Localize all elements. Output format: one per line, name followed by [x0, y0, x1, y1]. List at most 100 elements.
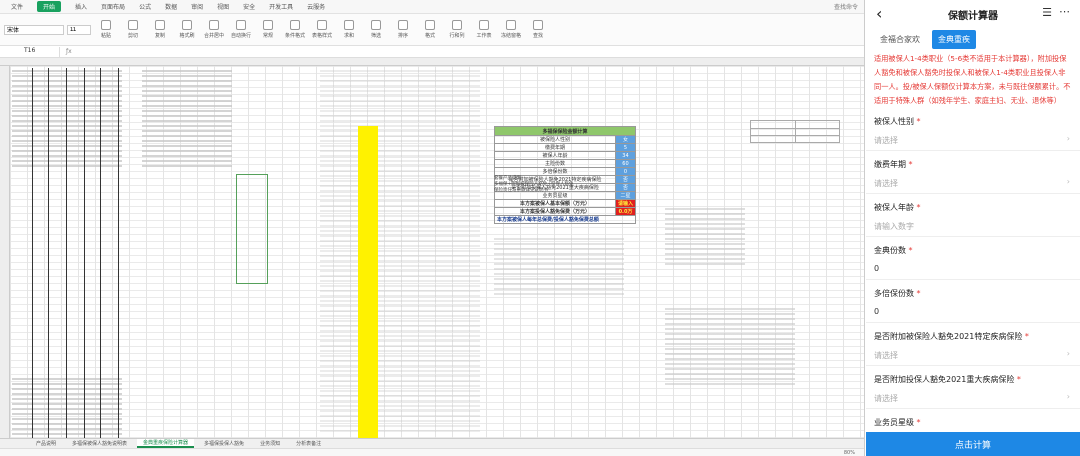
- font-size-select[interactable]: [67, 24, 91, 35]
- calc-label: 被保人年龄: [494, 151, 616, 160]
- calc-input-cell[interactable]: 5: [614, 143, 637, 152]
- ribbon-label: 格式: [424, 33, 435, 39]
- ribbon-button[interactable]: 查找: [526, 16, 550, 44]
- select-field[interactable]: 请选择: [874, 393, 1072, 404]
- cell-block-right: [665, 208, 745, 268]
- sheet-tab[interactable]: 分析表备注: [290, 440, 327, 447]
- ribbon-button[interactable]: 表格样式: [310, 16, 334, 44]
- menu-item[interactable]: 数据: [165, 2, 177, 11]
- zoom-level[interactable]: 80%: [844, 450, 855, 456]
- select-field[interactable]: 请选择: [874, 178, 1072, 189]
- font-name-select[interactable]: [4, 24, 64, 35]
- form-field[interactable]: 是否附加被保险人豁免2021特定疾病保险 * 请选择 ›: [866, 323, 1080, 366]
- ribbon-button[interactable]: 格式刷: [175, 16, 199, 44]
- chevron-right-icon: ›: [1066, 134, 1070, 143]
- form-field[interactable]: 多倍保份数 * 0: [866, 280, 1080, 323]
- calc-title: 多福保保险金额计算: [494, 126, 636, 136]
- ribbon-button[interactable]: 工作表: [472, 16, 496, 44]
- calc-label: 缴费年期: [494, 143, 616, 152]
- required-mark: *: [916, 289, 921, 298]
- select-field[interactable]: 请选择: [874, 135, 1072, 146]
- cell-block-numbers: [320, 70, 480, 435]
- menu-item[interactable]: 开始: [37, 1, 62, 12]
- menu-item[interactable]: 文件: [11, 2, 23, 11]
- more-icon[interactable]: ⋯: [1059, 5, 1070, 18]
- tool-icon: [506, 20, 516, 30]
- ribbon-button[interactable]: 筛选: [364, 16, 388, 44]
- ribbon-button[interactable]: 剪切: [121, 16, 145, 44]
- calc-input-cell[interactable]: 二星: [614, 191, 637, 200]
- product-tab[interactable]: 金福合家欢: [874, 30, 926, 49]
- input-field[interactable]: 请输入数字: [874, 221, 1072, 232]
- ribbon-label: 排序: [397, 33, 408, 39]
- ribbon-button[interactable]: 行和列: [445, 16, 469, 44]
- input-field[interactable]: 0: [874, 307, 1072, 316]
- tool-icon: [155, 20, 165, 30]
- sheet-tab[interactable]: 多福保投保人豁免: [198, 440, 250, 447]
- search-command[interactable]: 查找命令: [834, 2, 864, 11]
- form-field[interactable]: 被保人性别 * 请选择 ›: [866, 108, 1080, 151]
- ribbon-button[interactable]: 合并居中: [202, 16, 226, 44]
- ribbon-button[interactable]: 粘贴: [94, 16, 118, 44]
- calc-label: 主险份数: [494, 159, 616, 168]
- menu-item[interactable]: 公式: [139, 2, 151, 11]
- menu-item[interactable]: 审阅: [191, 2, 203, 11]
- menu-item[interactable]: 插入: [75, 2, 87, 11]
- spreadsheet-window: 文件 开始 插入 页面布局 公式 数据 审阅 视图 安全 开发工具 云服务 查找命令 粘贴 剪切 复制 格式…: [0, 0, 865, 456]
- ribbon-button[interactable]: 复制: [148, 16, 172, 44]
- form-field[interactable]: 缴费年期 * 请选择 ›: [866, 151, 1080, 194]
- menu-item[interactable]: 安全: [243, 2, 255, 11]
- menu-item[interactable]: 开发工具: [269, 2, 293, 11]
- selected-range[interactable]: [236, 174, 268, 284]
- product-tab[interactable]: 金典重疾: [932, 29, 976, 49]
- form-field[interactable]: 金典份数 * 0: [866, 237, 1080, 280]
- menu-icon[interactable]: ☰: [1042, 6, 1052, 19]
- calc-input-cell[interactable]: 否: [614, 175, 637, 184]
- calc-input-cell[interactable]: 34: [614, 151, 637, 160]
- calc-input-cell[interactable]: 女: [614, 135, 637, 144]
- ribbon-button[interactable]: 常规: [256, 16, 280, 44]
- calc-label: 多倍保份数: [494, 167, 616, 176]
- ribbon-button[interactable]: 格式: [418, 16, 442, 44]
- calculate-button[interactable]: 点击计算: [866, 432, 1080, 456]
- border-line: [118, 68, 119, 438]
- calc-input-cell[interactable]: 否: [614, 183, 637, 192]
- calc-input-cell[interactable]: 60: [614, 159, 637, 168]
- field-label-text: 业务员星级: [874, 418, 914, 427]
- ribbon-button[interactable]: 自动换行: [229, 16, 253, 44]
- ribbon-button[interactable]: 条件格式: [283, 16, 307, 44]
- sheet-tab[interactable]: 业务须知: [254, 440, 286, 447]
- input-field[interactable]: 0: [874, 264, 1072, 273]
- field-label-text: 是否附加被保险人豁免2021特定疾病保险: [874, 332, 1023, 341]
- chevron-right-icon: ›: [1066, 349, 1070, 358]
- menu-item[interactable]: 云服务: [307, 2, 325, 11]
- tool-icon: [452, 20, 462, 30]
- ribbon-label: 合并居中: [203, 33, 224, 39]
- field-label-text: 是否附加投保人豁免2021重大疾病保险: [874, 375, 1015, 384]
- name-box[interactable]: T16: [0, 46, 60, 57]
- select-field[interactable]: 请选择: [874, 350, 1072, 361]
- row-header: [0, 66, 10, 438]
- ribbon-label: 冻结窗格: [500, 33, 521, 39]
- ribbon-label: 筛选: [370, 33, 381, 39]
- form-field[interactable]: 被保人年龄 * 请输入数字: [866, 194, 1080, 237]
- form-field[interactable]: 是否附加投保人豁免2021重大疾病保险 * 请选择 ›: [866, 366, 1080, 409]
- ribbon-button[interactable]: 求和: [337, 16, 361, 44]
- tool-icon: [344, 20, 354, 30]
- ribbon-button[interactable]: 冻结窗格: [499, 16, 523, 44]
- menu-item[interactable]: 页面布局: [101, 2, 125, 11]
- sheet-grid[interactable]: 多福保保险金额计算 被保险人性别女缴费年期 5 被保人年龄 34 主险份数 60 多倍保份数 0…: [0, 58, 864, 438]
- calc-input-cell[interactable]: 0: [614, 167, 637, 176]
- sheet-tab[interactable]: 产品说明: [30, 440, 62, 447]
- cell-block-notes: [494, 238, 624, 298]
- status-bar: 80%: [0, 448, 864, 456]
- tool-icon: [398, 20, 408, 30]
- ribbon-button[interactable]: 排序: [391, 16, 415, 44]
- field-label-text: 被保人性别: [874, 117, 914, 126]
- sheet-tab[interactable]: 金典重疾保险计算器: [137, 439, 195, 448]
- menu-item[interactable]: 视图: [217, 2, 229, 11]
- form-fields: 被保人性别 * 请选择 › 缴费年期 * 请选择 › 被保人年龄 * 请输入数字 金典份数 * 0…: [866, 108, 1080, 452]
- back-icon[interactable]: ‹: [876, 4, 882, 23]
- column-header: [0, 58, 864, 66]
- sheet-tab[interactable]: 多福保被保人豁免说明表: [66, 440, 133, 447]
